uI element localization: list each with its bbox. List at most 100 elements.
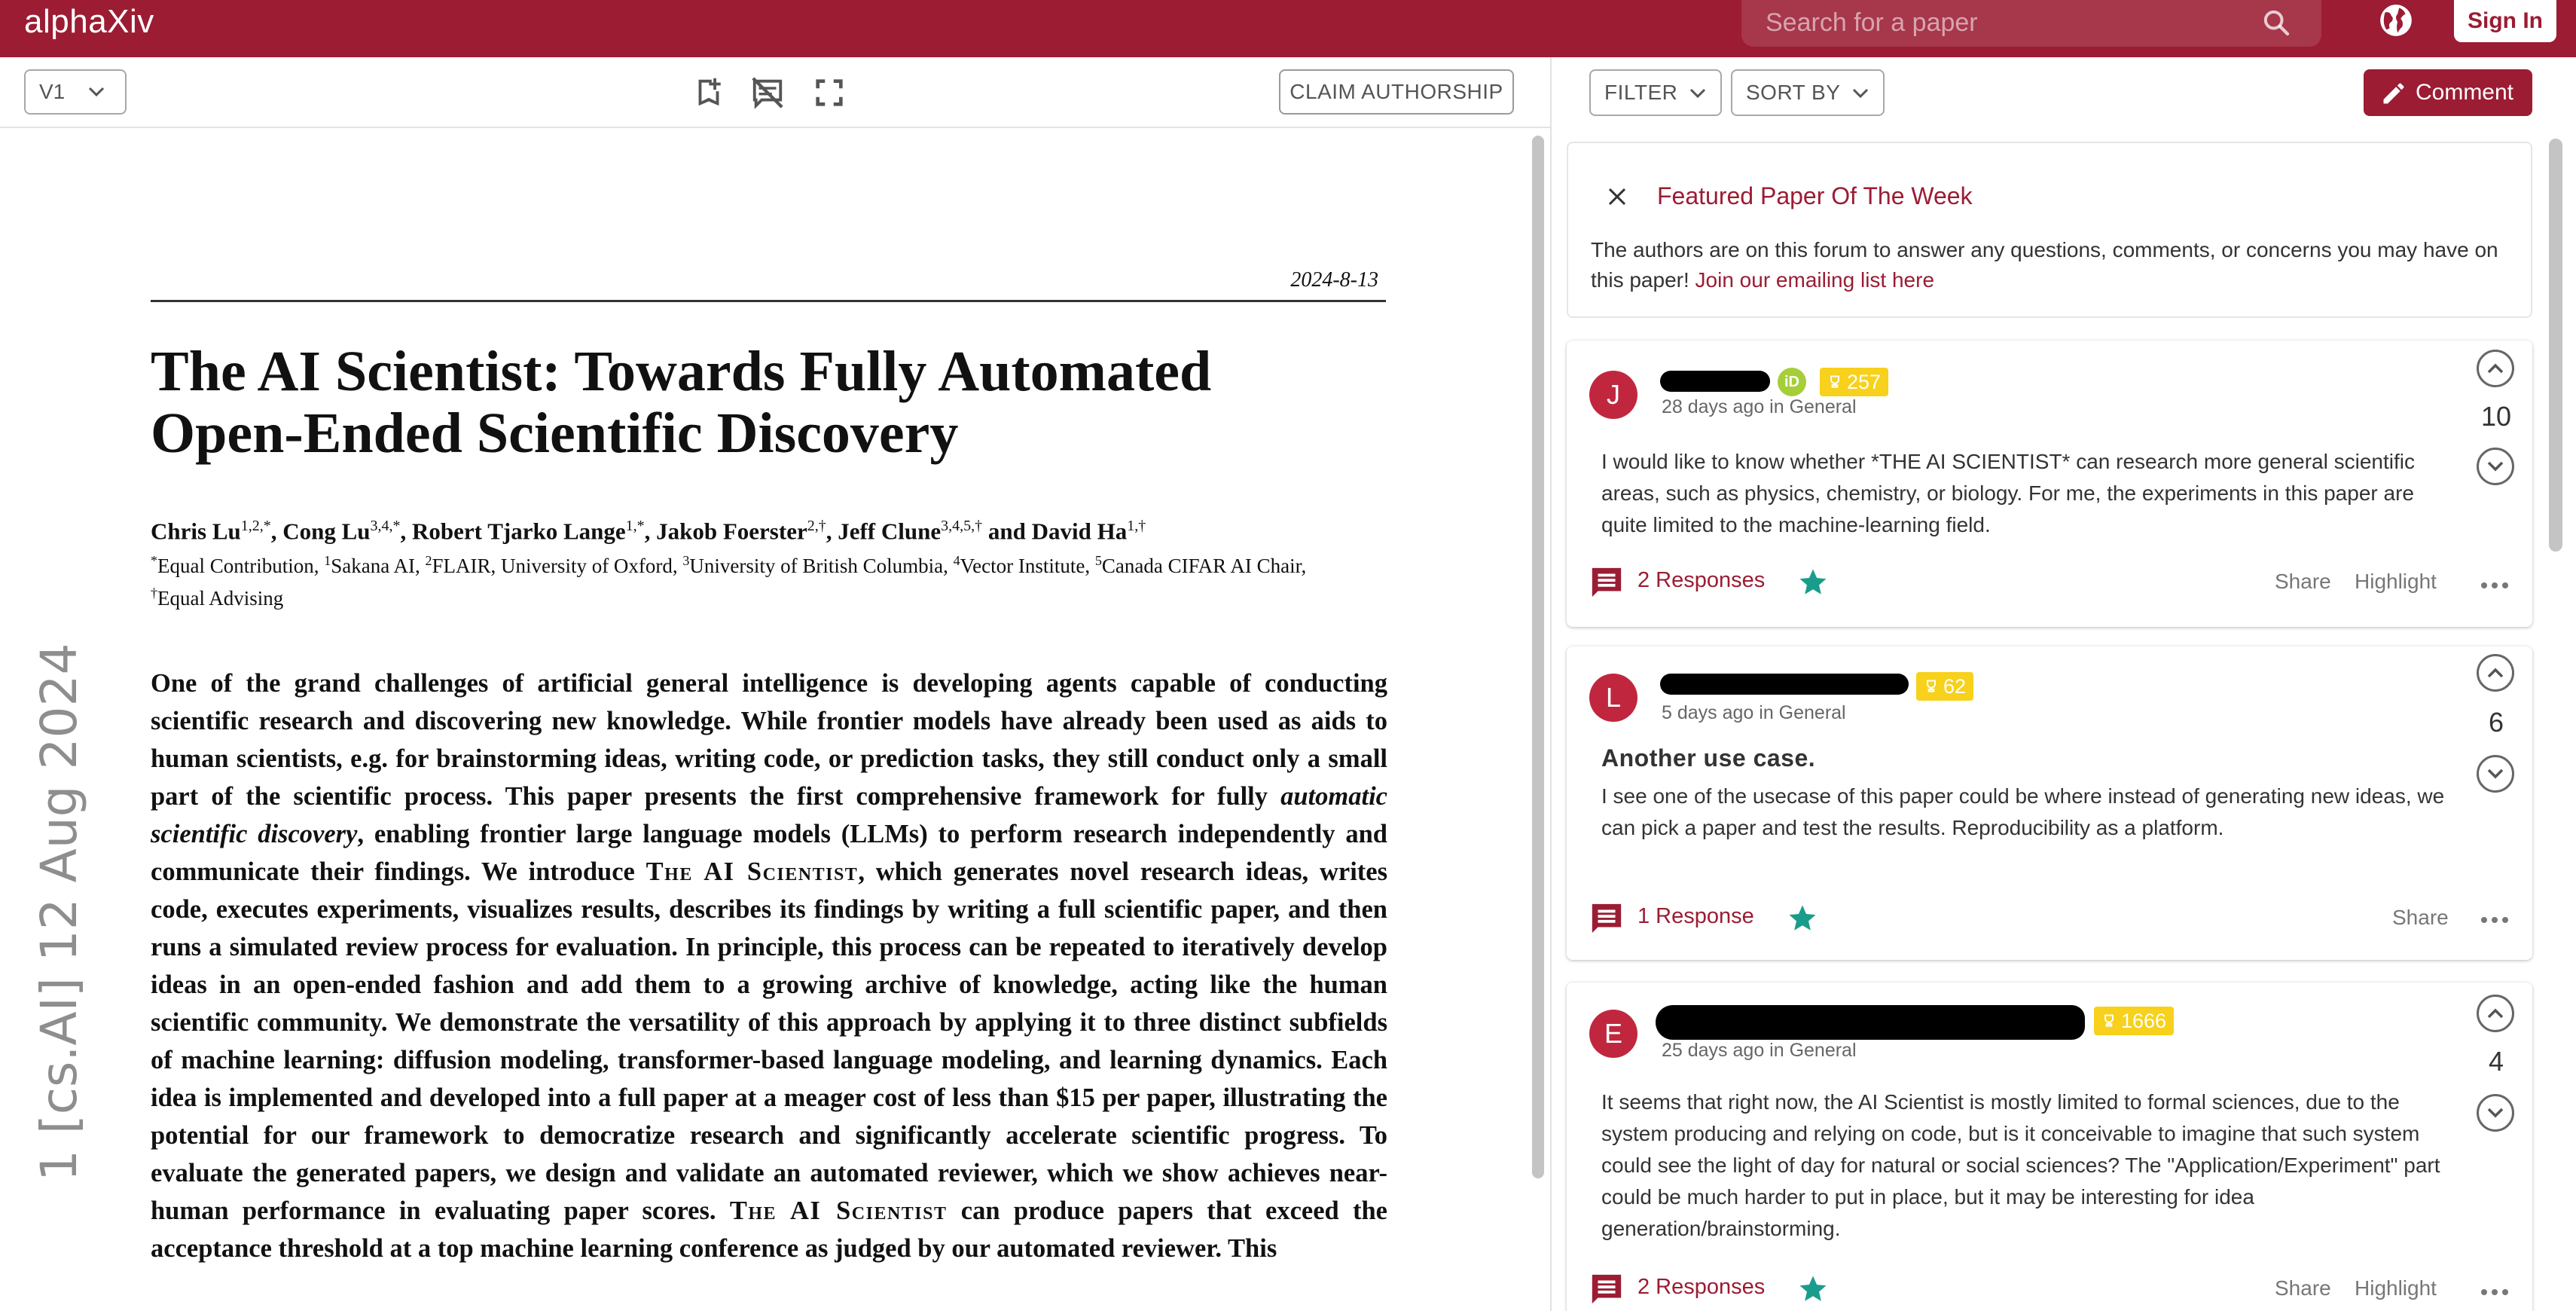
site-logo[interactable]: alphaXiv: [24, 3, 154, 41]
comment-meta: 28 days ago in General: [1662, 396, 1857, 417]
upvote-button[interactable]: [2477, 654, 2514, 692]
affiliation-mark: 5: [1094, 553, 1102, 568]
chevron-down-icon: [1852, 88, 1869, 99]
sort-by-button[interactable]: SORT BY: [1731, 69, 1885, 116]
search-icon[interactable]: [2261, 8, 2291, 38]
sort-label: SORT BY: [1746, 81, 1841, 104]
paper-date: 2024-8-13: [1290, 268, 1378, 292]
version-select[interactable]: V1: [24, 69, 127, 115]
responses-icon[interactable]: [1589, 1272, 1624, 1306]
featured-text: The authors are on this forum to answer …: [1591, 235, 2522, 295]
reputation-badge: 1666: [2094, 1007, 2175, 1035]
author-affiliation-mark: 1,2,*: [240, 518, 271, 534]
comments-off-icon[interactable]: [750, 75, 785, 110]
responses-icon[interactable]: [1589, 565, 1624, 600]
comment-button[interactable]: Comment: [2364, 69, 2532, 116]
author-affiliation-mark: 3,4,*: [370, 518, 401, 534]
trophy-icon: [1927, 680, 1936, 692]
comment-card: L 62 5 days ago in General Another use c…: [1567, 646, 2532, 960]
more-options-icon[interactable]: [2480, 1287, 2510, 1297]
reputation-badge: 257: [1820, 368, 1889, 396]
paper-affiliations: *Equal Contribution, 1Sakana AI, 2FLAIR,…: [151, 547, 1356, 612]
system-name: The AI Scientist: [729, 1196, 948, 1225]
trophy-icon: [2104, 1014, 2114, 1027]
redacted-username: [1656, 1005, 2085, 1040]
pencil-icon: [2383, 83, 2404, 104]
reputation-score: 1666: [2121, 1010, 2167, 1032]
downvote-button[interactable]: [2477, 448, 2514, 485]
search-input[interactable]: [1766, 6, 2233, 39]
redacted-username: [1660, 371, 1770, 392]
author-name: Jeff Clune: [838, 518, 942, 545]
version-value: V1: [39, 80, 66, 103]
star-icon[interactable]: [1787, 903, 1818, 934]
responses-link[interactable]: 1 Response: [1637, 904, 1754, 929]
comment-meta: 5 days ago in General: [1662, 702, 1846, 723]
chevron-up-icon: [2487, 363, 2504, 374]
avatar[interactable]: J: [1589, 371, 1637, 419]
comment-card: J iD 257 28 days ago in General I would …: [1567, 341, 2532, 627]
share-button[interactable]: Share: [2392, 906, 2449, 930]
affiliation-text: University of British Columbia,: [689, 555, 954, 577]
affiliation-mark: *: [151, 553, 157, 568]
more-options-icon[interactable]: [2480, 915, 2510, 925]
affiliation-text: Equal Advising: [157, 587, 284, 610]
downvote-button[interactable]: [2477, 1094, 2514, 1132]
trophy-icon: [1830, 375, 1839, 388]
affiliation-mark: †: [151, 585, 157, 600]
affiliation-text: FLAIR, University of Oxford,: [432, 555, 683, 577]
affiliation-text: Canada CIFAR AI Chair,: [1101, 555, 1307, 577]
star-icon[interactable]: [1797, 1273, 1829, 1305]
comment-meta: 25 days ago in General: [1662, 1040, 1857, 1061]
affiliation-text: Sakana AI,: [331, 555, 426, 577]
bookmark-add-icon[interactable]: [691, 75, 726, 110]
upvote-button[interactable]: [2477, 995, 2514, 1032]
share-button[interactable]: Share: [2275, 570, 2331, 594]
arxiv-stamp: 1 [cs.AI] 12 Aug 2024: [30, 643, 88, 1182]
author-name: David Ha: [1031, 518, 1128, 545]
paper-authors: Chris Lu1,2,*, Cong Lu3,4,*, Robert Tjar…: [151, 518, 1146, 545]
redacted-username: [1660, 674, 1909, 695]
comment-label: Comment: [2415, 80, 2514, 105]
upvote-button[interactable]: [2477, 350, 2514, 387]
emailing-list-link[interactable]: Join our emailing list here: [1695, 268, 1935, 292]
filter-button[interactable]: FILTER: [1589, 69, 1722, 116]
affiliation-text: Vector Institute,: [960, 555, 1095, 577]
comment-title: Another use case.: [1601, 744, 1816, 772]
paper-title: The AI Scientist: Towards Fully Automate…: [151, 341, 1386, 464]
pane-divider[interactable]: [1550, 57, 1552, 1311]
top-bar: alphaXiv Sign In: [0, 0, 2576, 57]
comments-scrollbar[interactable]: [2549, 139, 2562, 552]
chevron-down-icon: [2487, 1108, 2504, 1118]
system-name: The AI Scientist: [646, 857, 859, 886]
highlight-button[interactable]: Highlight: [2355, 570, 2437, 594]
more-options-icon[interactable]: [2480, 580, 2510, 591]
abstract-text: One of the grand challenges of artificia…: [151, 669, 1387, 811]
header-rule: [151, 300, 1386, 302]
sign-in-button[interactable]: Sign In: [2454, 0, 2556, 42]
paper-viewer: 2024-8-13 The AI Scientist: Towards Full…: [0, 128, 1521, 1311]
responses-link[interactable]: 2 Responses: [1637, 1275, 1765, 1300]
reputation-score: 62: [1943, 675, 1967, 698]
downvote-button[interactable]: [2477, 755, 2514, 793]
fullscreen-icon[interactable]: [812, 75, 847, 110]
claim-authorship-button[interactable]: CLAIM AUTHORSHIP: [1279, 69, 1514, 115]
avatar[interactable]: E: [1589, 1010, 1637, 1058]
author-name: Robert Tjarko Lange: [412, 518, 626, 545]
paper-abstract: One of the grand challenges of artificia…: [151, 665, 1387, 1267]
close-icon[interactable]: [1606, 185, 1628, 208]
globe-icon[interactable]: [2377, 2, 2415, 39]
paper-scrollbar[interactable]: [1532, 136, 1544, 1178]
filter-label: FILTER: [1604, 81, 1678, 104]
avatar[interactable]: L: [1589, 674, 1637, 722]
author-affiliation-mark: 1,†: [1127, 518, 1146, 534]
star-icon[interactable]: [1797, 567, 1829, 598]
chevron-down-icon: [1689, 88, 1706, 99]
responses-icon[interactable]: [1589, 901, 1624, 936]
share-button[interactable]: Share: [2275, 1276, 2331, 1300]
responses-link[interactable]: 2 Responses: [1637, 568, 1765, 593]
highlight-button[interactable]: Highlight: [2355, 1276, 2437, 1300]
author-affiliation-mark: 1,*: [625, 518, 645, 534]
comment-card: E 1666 25 days ago in General It seems t…: [1567, 982, 2532, 1311]
search-box[interactable]: [1741, 0, 2321, 47]
